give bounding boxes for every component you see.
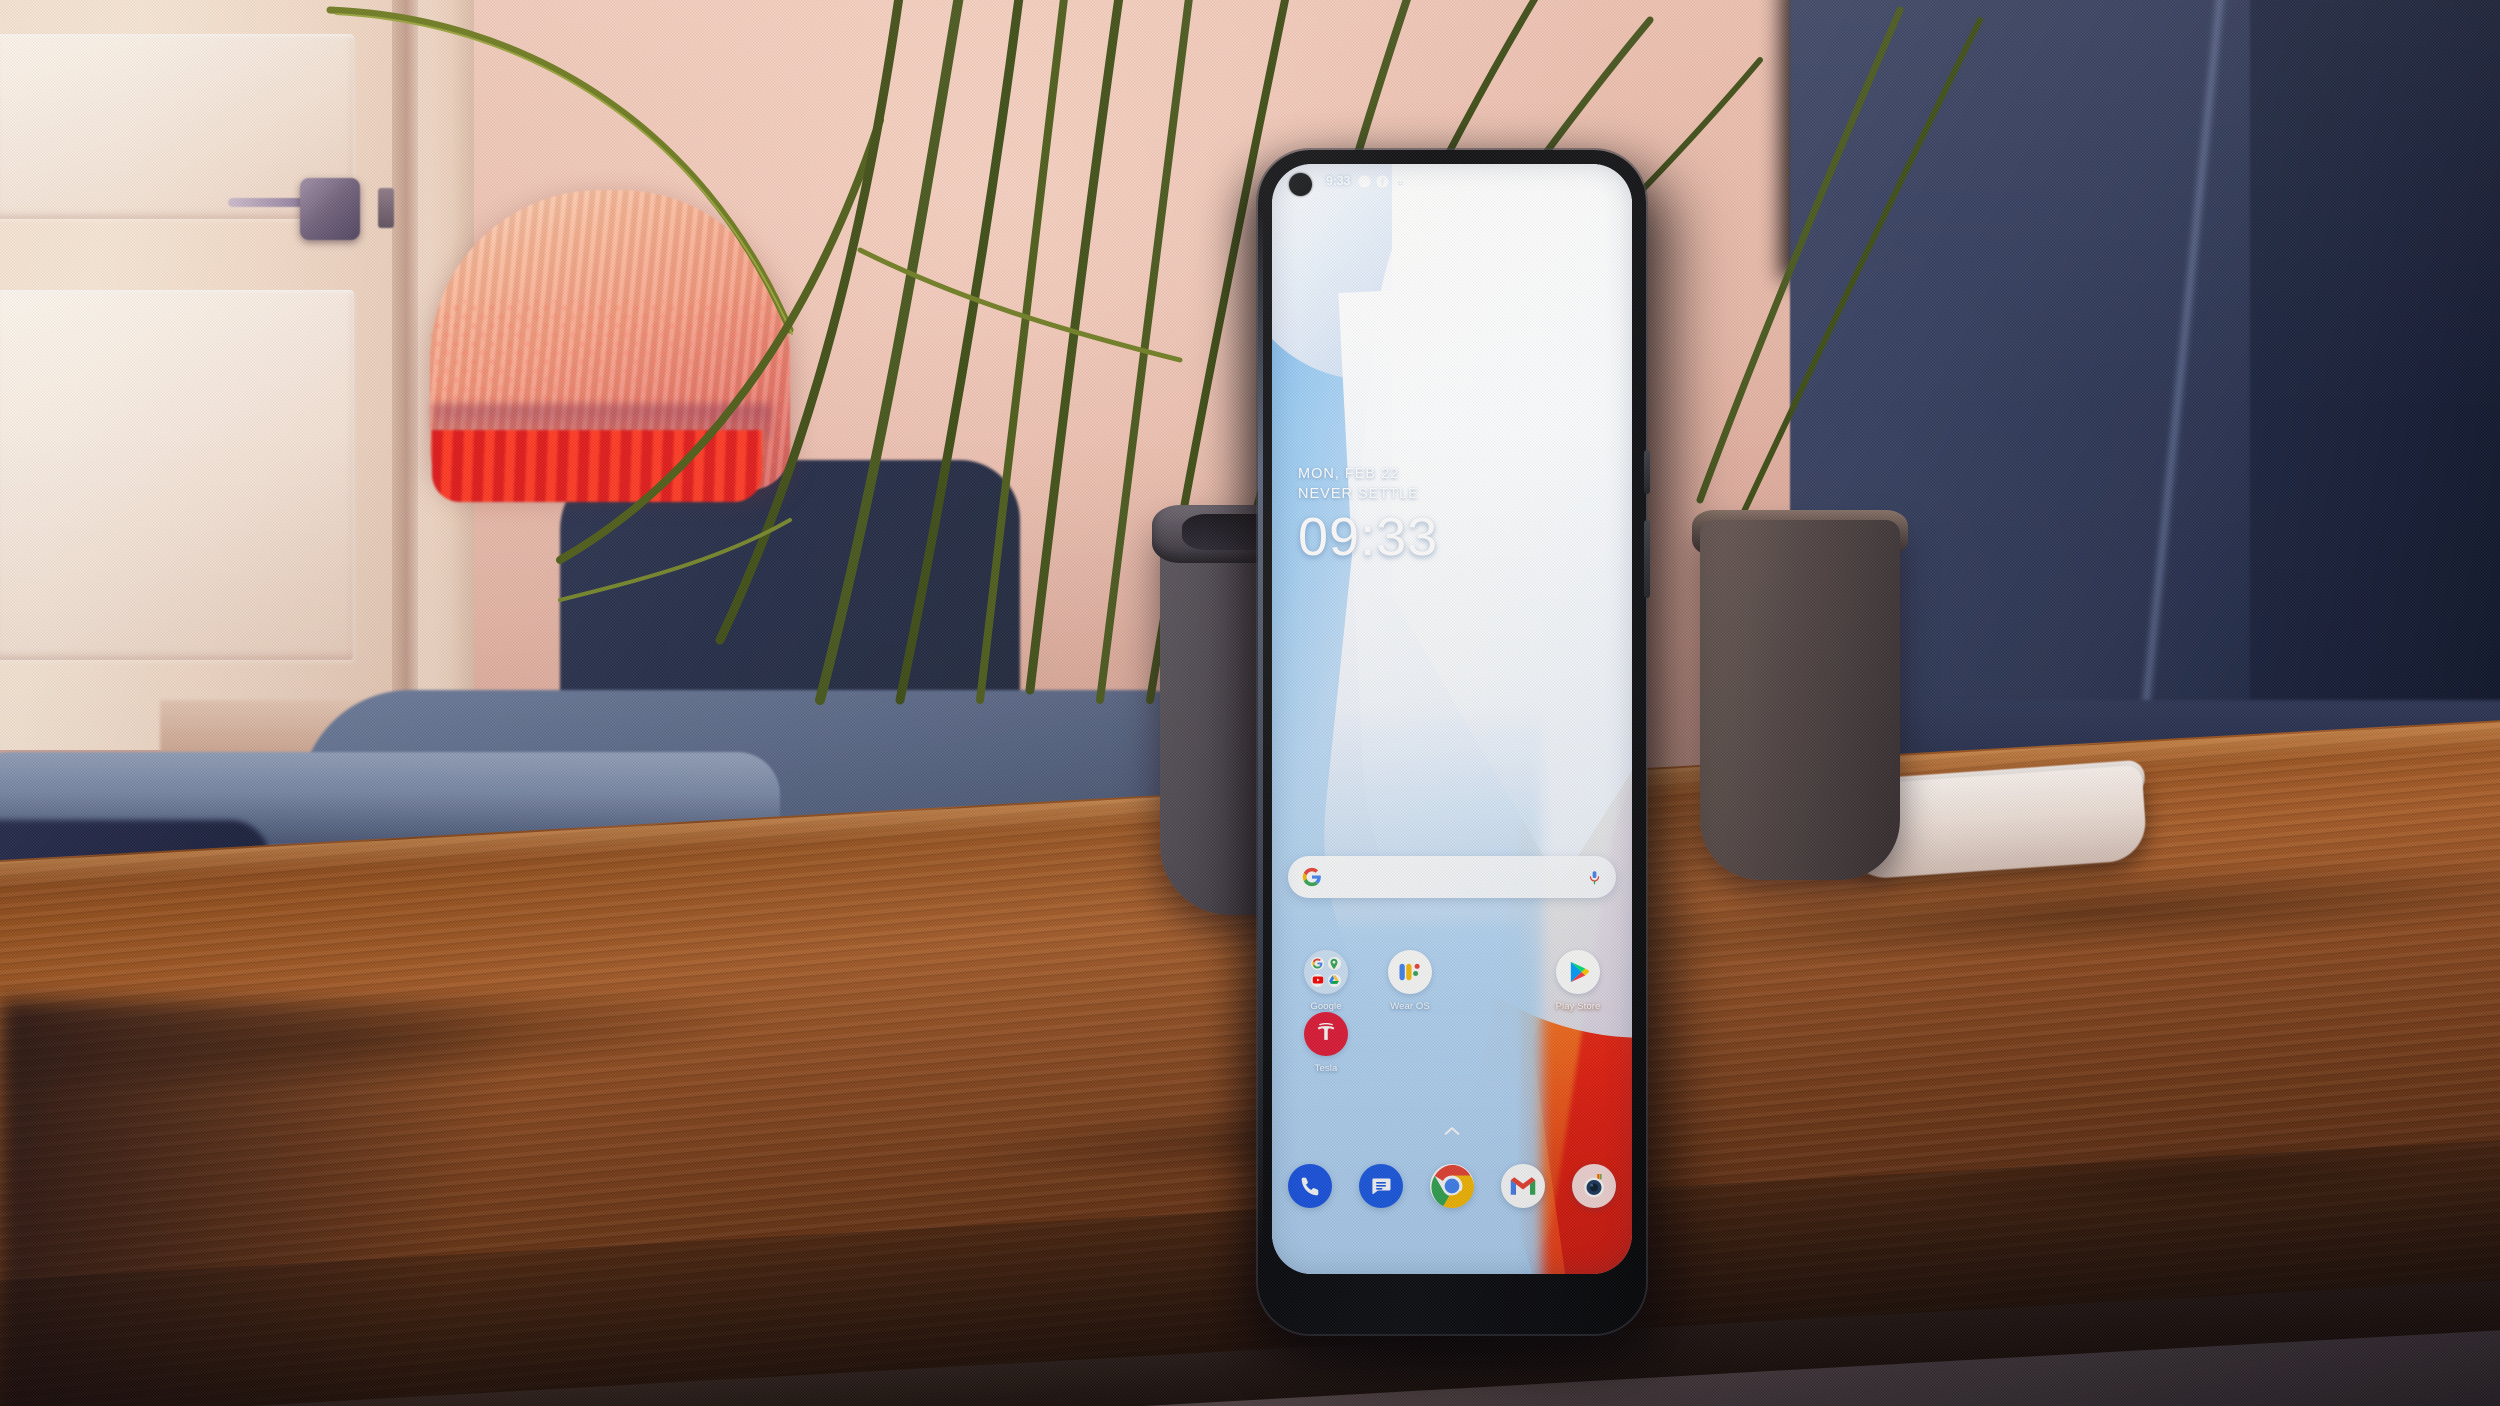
chrome-icon[interactable] bbox=[1430, 1164, 1474, 1208]
planter-right bbox=[1700, 520, 1900, 880]
tesla-icon bbox=[1304, 1012, 1348, 1056]
battery-icon bbox=[1611, 176, 1618, 186]
clock-subtitle: NEVER SETTLE bbox=[1298, 486, 1419, 502]
app-label: Tesla bbox=[1314, 1063, 1338, 1074]
instagram-icon bbox=[1412, 175, 1425, 187]
phone-screen[interactable]: 9:33 fl fl fl MON, FEB 22 NEVER SETTLE 0… bbox=[1272, 164, 1632, 1274]
status-bar[interactable]: 9:33 fl fl fl bbox=[1272, 164, 1632, 198]
no-signal-icon bbox=[1593, 176, 1602, 186]
vibrate-icon bbox=[1557, 177, 1566, 185]
clock-widget[interactable]: MON, FEB 22 NEVER SETTLE 09:33 bbox=[1298, 464, 1438, 568]
phone-icon[interactable] bbox=[1288, 1164, 1332, 1208]
sofa-side bbox=[2250, 0, 2500, 810]
power-button[interactable] bbox=[1644, 520, 1650, 598]
dock[interactable] bbox=[1282, 1164, 1622, 1208]
camera-icon[interactable] bbox=[1572, 1164, 1616, 1208]
clock-date: MON, FEB 22 bbox=[1298, 466, 1400, 482]
svg-text:fl: fl bbox=[1432, 176, 1438, 186]
facebook-icon bbox=[1358, 175, 1371, 187]
microphone-icon[interactable] bbox=[1587, 868, 1602, 887]
gmail-icon[interactable] bbox=[1501, 1164, 1545, 1208]
app-label: Google bbox=[1310, 1001, 1342, 1012]
app-tesla[interactable]: Tesla bbox=[1284, 1012, 1368, 1074]
app-grid[interactable]: Google Wear OS Tesla Play Store bbox=[1284, 950, 1620, 1074]
photo-scene: 9:33 fl fl fl MON, FEB 22 NEVER SETTLE 0… bbox=[0, 0, 2500, 1406]
door bbox=[0, 0, 400, 750]
phone-device: 9:33 fl fl fl MON, FEB 22 NEVER SETTLE 0… bbox=[1258, 150, 1650, 1334]
system-status-icons[interactable] bbox=[1539, 175, 1620, 188]
reddit-icon bbox=[1395, 176, 1406, 187]
app-label: Wear OS bbox=[1390, 1001, 1430, 1012]
play-store-icon bbox=[1556, 950, 1600, 994]
table-left-shadow bbox=[0, 1000, 620, 1406]
app-google-folder[interactable]: Google bbox=[1284, 950, 1368, 1012]
youtube-icon bbox=[1311, 973, 1324, 987]
facebook-icon bbox=[1376, 175, 1389, 187]
nfc-icon bbox=[1539, 176, 1550, 186]
maps-icon bbox=[1327, 957, 1341, 971]
volume-up-button[interactable] bbox=[1644, 450, 1650, 494]
google-search-widget[interactable] bbox=[1288, 856, 1616, 898]
clock-time: 09:33 bbox=[1298, 507, 1439, 567]
messages-icon[interactable] bbox=[1359, 1164, 1403, 1208]
status-time: 9:33 bbox=[1326, 174, 1351, 188]
more-notifications-dot bbox=[1484, 179, 1488, 183]
app-play-store[interactable]: Play Store bbox=[1536, 950, 1620, 1012]
phone-edge-highlight bbox=[1258, 210, 1263, 1250]
google-folder-icon bbox=[1304, 950, 1348, 994]
app-wear-os[interactable]: Wear OS bbox=[1368, 950, 1452, 1012]
app-label: Play Store bbox=[1555, 1001, 1601, 1012]
google-icon bbox=[1311, 957, 1324, 971]
wallpaper bbox=[1272, 164, 1632, 1274]
wifi-icon bbox=[1573, 176, 1586, 186]
drive-icon bbox=[1327, 973, 1341, 987]
wear-os-icon bbox=[1388, 950, 1432, 994]
svg-text:fl: fl bbox=[1468, 176, 1474, 186]
door-panel-lower bbox=[0, 290, 354, 660]
google-g-icon bbox=[1302, 867, 1321, 887]
door-handle-icon bbox=[300, 178, 360, 240]
door-latch-icon bbox=[378, 188, 394, 228]
flipboard-icon: fl bbox=[1432, 176, 1438, 186]
chevron-up-icon[interactable] bbox=[1443, 1126, 1461, 1136]
svg-text:fl: fl bbox=[1450, 176, 1456, 186]
notification-icons[interactable]: fl fl fl bbox=[1358, 175, 1488, 188]
pillow-fringe bbox=[432, 430, 762, 502]
flipboard-icon: fl bbox=[1450, 176, 1456, 186]
flipboard-icon: fl bbox=[1468, 176, 1474, 186]
app-slot-empty bbox=[1452, 950, 1536, 1012]
door-edge bbox=[392, 0, 418, 760]
